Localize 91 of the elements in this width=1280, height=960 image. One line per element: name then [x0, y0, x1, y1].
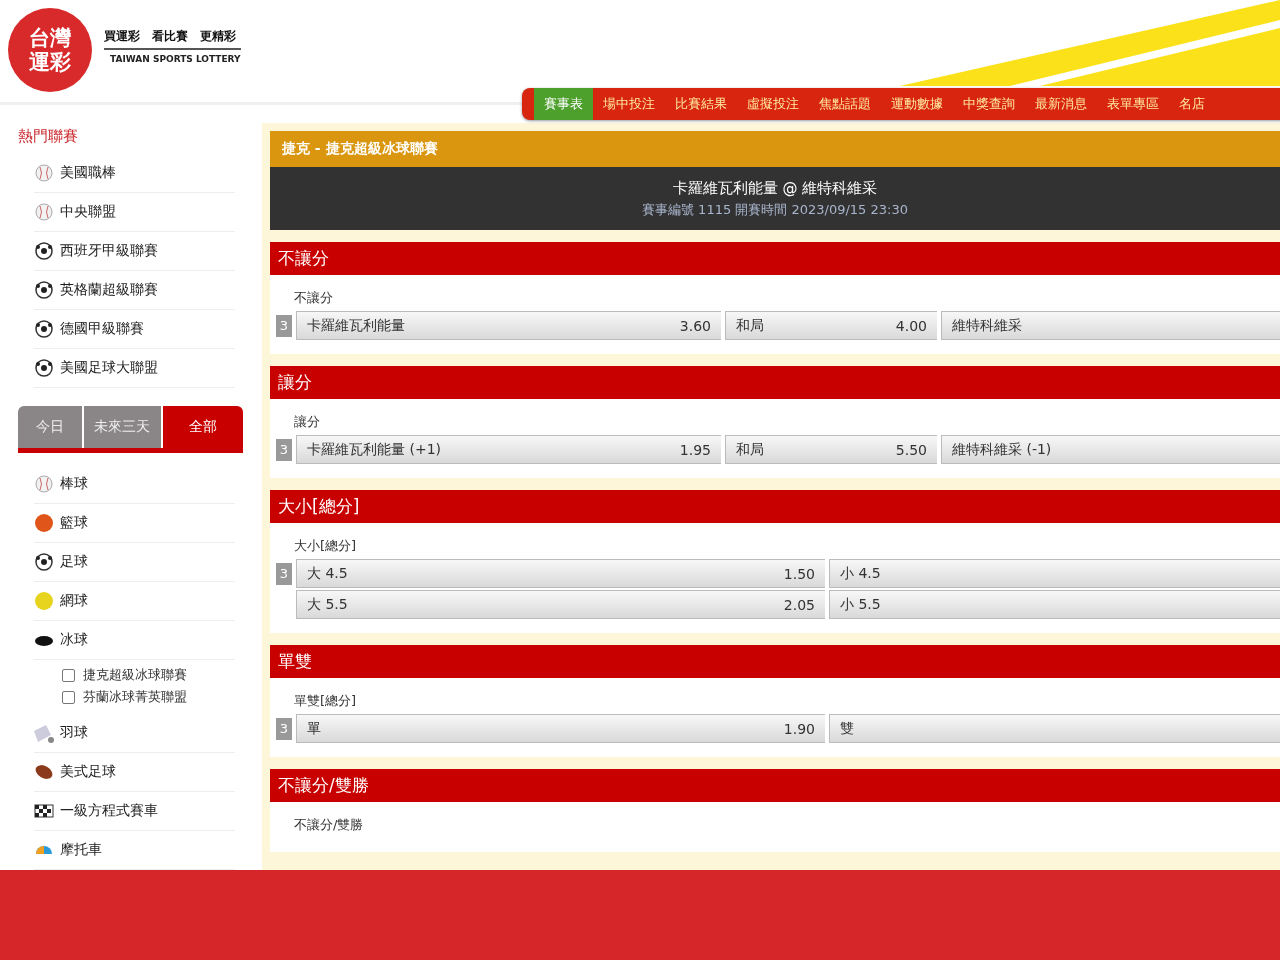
- nav-item[interactable]: 焦點話題: [809, 88, 881, 120]
- date-tab[interactable]: 全部: [162, 406, 243, 448]
- logo-subtitle: TAIWAN SPORTS LOTTERY: [109, 53, 241, 64]
- market-title: 大小[總分]: [270, 490, 1280, 523]
- nav-item[interactable]: 運動數據: [881, 88, 953, 120]
- league-label: 美國足球大聯盟: [60, 359, 158, 377]
- slogan-text: 更精彩: [200, 28, 236, 45]
- league-item[interactable]: 英格蘭超級聯賽: [34, 271, 235, 310]
- sport-label: 羽球: [60, 724, 88, 742]
- sport-label: 籃球: [60, 514, 88, 532]
- league-item[interactable]: 德國甲級聯賽: [34, 310, 235, 349]
- market-title: 讓分: [270, 366, 1280, 399]
- nav-item[interactable]: 名店: [1169, 88, 1215, 120]
- odds-button[interactable]: 大 5.5 2.05: [296, 590, 825, 619]
- sport-label: 足球: [60, 553, 88, 571]
- market-subtitle: 不讓分: [294, 289, 334, 307]
- league-item[interactable]: 西班牙甲級聯賽: [34, 232, 235, 271]
- sport-item[interactable]: 籃球: [34, 504, 235, 543]
- sport-item[interactable]: 羽球: [34, 714, 235, 753]
- odds-button[interactable]: 小 4.5: [829, 559, 1280, 588]
- league-header: 捷克 - 捷克超級冰球聯賽: [270, 131, 1280, 167]
- checkbox[interactable]: [62, 690, 75, 704]
- nav-item[interactable]: 比賽結果: [665, 88, 737, 120]
- baseball-icon: [34, 474, 54, 494]
- sport-item[interactable]: 冰球: [34, 621, 235, 660]
- soccer-ball-icon: [34, 552, 54, 572]
- odds-button[interactable]: 維特科維采 (-1): [941, 435, 1280, 464]
- league-item[interactable]: 美國足球大聯盟: [34, 349, 235, 388]
- nav-item[interactable]: 中獎查詢: [953, 88, 1025, 120]
- league-label: 西班牙甲級聯賽: [60, 242, 158, 260]
- odds-button[interactable]: 和局 5.50: [725, 435, 937, 464]
- slogan-text: 買運彩: [104, 28, 140, 45]
- market-subtitle: 單雙[總分]: [294, 692, 358, 710]
- match-teams: 卡羅維瓦利能量 @ 維特科維采: [672, 178, 878, 198]
- tennis-ball-icon: [34, 591, 54, 611]
- odds-button[interactable]: 卡羅維瓦利能量 3.60: [296, 311, 721, 340]
- sport-item[interactable]: 一級方程式賽車: [34, 792, 235, 831]
- league-label: 中央聯盟: [60, 203, 116, 221]
- nav-item[interactable]: 虛擬投注: [737, 88, 809, 120]
- league-label: 美國職棒: [60, 164, 116, 182]
- market-title: 不讓分/雙勝: [270, 769, 1280, 802]
- section-title: 熱門聯賽: [18, 127, 79, 146]
- checkbox-label: 芬蘭冰球菁英聯盟: [83, 688, 187, 706]
- odds-button[interactable]: 卡羅維瓦利能量 (+1) 1.95: [296, 435, 721, 464]
- baseball-icon: [34, 202, 54, 222]
- league-label: 英格蘭超級聯賽: [60, 281, 158, 299]
- sport-item[interactable]: 棒球: [34, 465, 235, 504]
- checkbox-label: 捷克超級冰球聯賽: [83, 666, 187, 684]
- market-subtitle: 不讓分/雙勝: [294, 816, 365, 834]
- odds-button[interactable]: 大 4.5 1.50: [296, 559, 825, 588]
- soccer-ball-icon: [34, 280, 54, 300]
- sport-label: 棒球: [60, 475, 88, 493]
- nav-item[interactable]: 場中投注: [593, 88, 665, 120]
- sport-item[interactable]: 足球: [34, 543, 235, 582]
- count-badge: 3: [276, 314, 292, 337]
- shuttlecock-icon: [34, 723, 54, 743]
- sport-label: 網球: [60, 592, 88, 610]
- soccer-ball-icon: [34, 241, 54, 261]
- basketball-icon: [34, 513, 54, 533]
- logo[interactable]: 台灣 運彩: [8, 8, 92, 92]
- football-icon: [34, 762, 54, 782]
- league-item[interactable]: 中央聯盟: [34, 193, 235, 232]
- soccer-ball-icon: [34, 358, 54, 378]
- league-item[interactable]: 美國職棒: [34, 154, 235, 193]
- match-info: 賽事編號 1115 開賽時間 2023/09/15 23:30: [642, 200, 908, 219]
- nav-item[interactable]: 表單專區: [1097, 88, 1169, 120]
- slogan-text: 看比賽: [152, 28, 188, 45]
- count-badge: 3: [276, 717, 292, 740]
- count-badge: 3: [276, 438, 292, 461]
- sport-label: 冰球: [60, 631, 88, 649]
- odds-button[interactable]: 維特科維采: [941, 311, 1280, 340]
- baseball-icon: [34, 163, 54, 183]
- odds-button[interactable]: 單 1.90: [296, 714, 825, 743]
- odds-button[interactable]: 小 5.5: [829, 590, 1280, 619]
- market-title: 單雙: [270, 645, 1280, 678]
- odds-button[interactable]: 和局 4.00: [725, 311, 937, 340]
- soccer-ball-icon: [34, 319, 54, 339]
- sport-item[interactable]: 美式足球: [34, 753, 235, 792]
- sport-label: 摩托車: [60, 841, 102, 859]
- checkered-flag-icon: [34, 801, 54, 821]
- sport-item[interactable]: 網球: [34, 582, 235, 621]
- market-subtitle: 讓分: [294, 413, 321, 431]
- market-title: 不讓分: [270, 242, 1280, 275]
- count-badge: 3: [276, 562, 292, 585]
- market-subtitle: 大小[總分]: [294, 537, 358, 555]
- checkbox[interactable]: [62, 668, 75, 682]
- sport-label: 一級方程式賽車: [60, 802, 158, 820]
- sport-label: 美式足球: [60, 763, 116, 781]
- odds-button[interactable]: 雙: [829, 714, 1280, 743]
- league-label: 德國甲級聯賽: [60, 320, 144, 338]
- nav-item[interactable]: 最新消息: [1025, 88, 1097, 120]
